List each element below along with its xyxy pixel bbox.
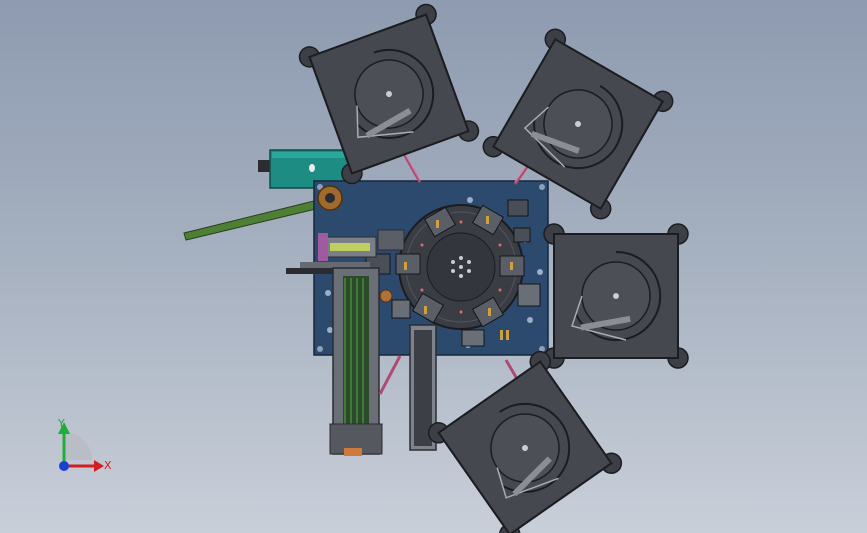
vibratory-bowl-feeder-3[interactable] — [543, 223, 689, 369]
coordinate-triad: Y X — [57, 417, 112, 472]
copper-bushing — [379, 289, 393, 303]
vertical-output-tray[interactable] — [329, 267, 383, 456]
green-rail-rod[interactable] — [183, 199, 321, 241]
vibratory-bowl-feeder-4[interactable] — [423, 346, 627, 533]
y-axis-label: Y — [57, 417, 65, 430]
cad-graphics-viewport[interactable]: Y X — [0, 0, 867, 533]
z-axis-dot — [59, 461, 69, 471]
x-axis-label: X — [104, 459, 112, 472]
bearing-bracket[interactable] — [317, 185, 343, 211]
